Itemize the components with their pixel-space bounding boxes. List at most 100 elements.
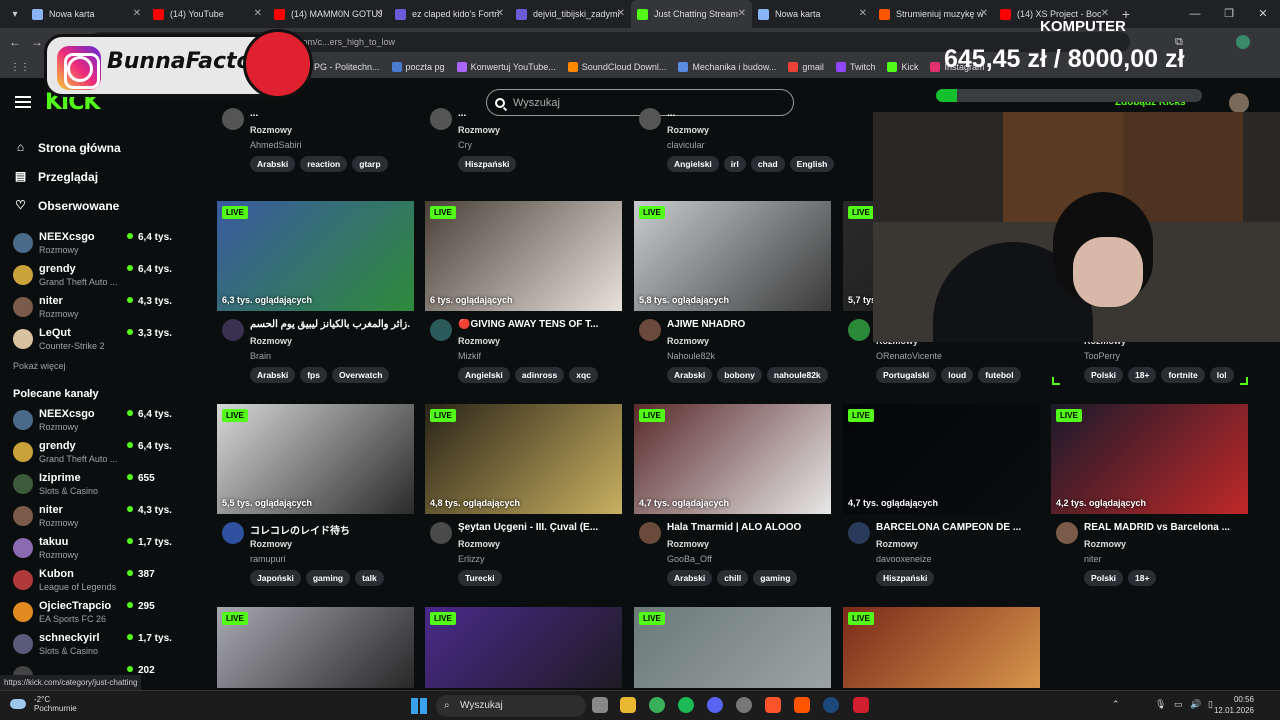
tag[interactable]: chill: [717, 570, 749, 586]
stream-card[interactable]: LIVE 5,5 tys. oglądających コレコレのレイド待ち Rozmo…: [217, 404, 414, 604]
channel-item[interactable]: NEEXcsgo Rozmowy 6,4 tys.: [0, 228, 195, 260]
tag[interactable]: reaction: [300, 156, 348, 172]
stream-title[interactable]: REAL MADRID vs Barcelona ...: [1084, 522, 1244, 533]
stream-title[interactable]: ...: [458, 108, 618, 119]
stream-card[interactable]: LIVE 4,7 tys. oglądających Hala Tmarmid | …: [634, 404, 831, 604]
stream-card[interactable]: LIVE 4,8 tys. oglądających Şeytan Üçgeni -…: [425, 404, 622, 604]
tag[interactable]: Overwatch: [331, 367, 390, 383]
tag[interactable]: gaming: [753, 570, 798, 586]
stream-category[interactable]: Rozmowy: [667, 539, 709, 549]
apps-icon[interactable]: ⋮⋮: [10, 62, 30, 73]
volume-icon[interactable]: 🔊: [1190, 699, 1201, 710]
tag[interactable]: English: [789, 156, 835, 172]
tab-close-icon[interactable]: ✕: [859, 8, 867, 19]
streamer-name[interactable]: GooBa_Off: [667, 554, 712, 564]
windows-start-icon[interactable]: [411, 698, 427, 714]
tag[interactable]: gtarp: [352, 156, 388, 172]
sidebar-item-home[interactable]: ⌂ Strona główna: [0, 133, 195, 162]
tag[interactable]: Angielski: [667, 156, 719, 172]
stream-title[interactable]: Hala Tmarmid | ALO ALOOO: [667, 522, 827, 533]
stream-card[interactable]: LIVE 6,3 tys. oglądających زائر والمغرب با…: [217, 201, 414, 401]
hamburger-menu-icon[interactable]: [15, 96, 31, 108]
streamer-name[interactable]: Nahoule82k: [667, 351, 715, 361]
tag[interactable]: adinross: [514, 367, 565, 383]
weather-widget[interactable]: -2°C Pochmurnie: [10, 695, 77, 713]
browser-tab[interactable]: dejvid_tibijski_zadymi ✕: [510, 0, 631, 28]
maximize-icon[interactable]: ❐: [1212, 0, 1246, 28]
streamer-avatar[interactable]: [222, 522, 244, 544]
stream-card[interactable]: LIVE: [843, 607, 1040, 688]
streamer-name[interactable]: TooPerry: [1084, 351, 1120, 361]
tab-close-icon[interactable]: ✕: [496, 8, 504, 19]
bookmark[interactable]: Kick: [887, 62, 918, 72]
stream-card[interactable]: LIVE: [634, 607, 831, 688]
channel-item[interactable]: OjciecTrapcio EA Sports FC 26 295: [0, 597, 195, 629]
channel-item[interactable]: schneckyirl Slots & Casino 1,7 tys.: [0, 629, 195, 661]
streamer-avatar[interactable]: [639, 108, 661, 130]
stream-card[interactable]: LIVE 5,8 tys. oglądających AJIWE NHADRO Roz…: [634, 201, 831, 401]
channel-item[interactable]: grendy Grand Theft Auto ... 6,4 tys.: [0, 260, 195, 292]
stream-title[interactable]: AJIWE NHADRO: [667, 319, 827, 330]
sidebar-item-following[interactable]: ♡ Obserwowane: [0, 191, 195, 220]
tag[interactable]: fps: [300, 367, 327, 383]
stream-thumbnail[interactable]: LIVE 4,7 tys. oglądających: [634, 404, 831, 514]
stream-category[interactable]: Rozmowy: [667, 336, 709, 346]
taskbar-search[interactable]: ⌕ Wyszukaj: [436, 695, 586, 717]
streamer-name[interactable]: ORenatoVicente: [876, 351, 942, 361]
tag[interactable]: Arabski: [250, 156, 296, 172]
stream-card[interactable]: LIVE 4,2 tys. oglądających REAL MADRID vs …: [1051, 404, 1248, 604]
streamer-avatar[interactable]: [222, 319, 244, 341]
bookmark[interactable]: Mechanika i budow...: [678, 62, 776, 72]
tag[interactable]: Hiszpański: [458, 156, 517, 172]
stream-title[interactable]: BARCELONA CAMPEON DE ...: [876, 522, 1036, 533]
channel-item[interactable]: takuu Rozmowy 1,7 tys.: [0, 533, 195, 565]
mic-icon[interactable]: 🎙: [1155, 699, 1166, 710]
bookmark[interactable]: Twitch: [835, 62, 875, 72]
stream-thumbnail[interactable]: LIVE: [425, 607, 622, 688]
tag[interactable]: Arabski: [667, 367, 713, 383]
task-view-icon[interactable]: [592, 697, 608, 713]
stream-card[interactable]: LIVE: [217, 607, 414, 688]
browser-tab[interactable]: Nowa karta ✕: [26, 0, 147, 28]
tag[interactable]: chad: [750, 156, 785, 172]
streamer-avatar[interactable]: [430, 108, 452, 130]
tag[interactable]: Arabski: [667, 570, 713, 586]
stream-thumbnail[interactable]: LIVE 5,5 tys. oglądających: [217, 404, 414, 514]
stream-thumbnail[interactable]: LIVE 5,8 tys. oglądających: [634, 201, 831, 311]
stream-category[interactable]: Rozmowy: [250, 539, 292, 549]
discord-icon[interactable]: [707, 697, 723, 713]
stream-card[interactable]: ... Rozmowy Cry Hiszpański: [425, 100, 622, 190]
streamer-avatar[interactable]: [430, 522, 452, 544]
channel-item[interactable]: Iziprime Slots & Casino 655: [0, 469, 195, 501]
user-avatar[interactable]: [1229, 93, 1249, 113]
stream-category[interactable]: Rozmowy: [1084, 539, 1126, 549]
browser-tab[interactable]: Nowa karta ✕: [752, 0, 873, 28]
channel-item[interactable]: niter Rozmowy 4,3 tys.: [0, 292, 195, 324]
recording-app-icon[interactable]: [853, 697, 869, 713]
streamer-avatar[interactable]: [430, 319, 452, 341]
minimize-icon[interactable]: —: [1178, 0, 1212, 28]
channel-item[interactable]: grendy Grand Theft Auto ... 6,4 tys.: [0, 437, 195, 469]
close-window-icon[interactable]: ✕: [1246, 0, 1280, 28]
soundcloud-icon[interactable]: [794, 697, 810, 713]
stream-thumbnail[interactable]: LIVE 4,7 tys. oglądających: [843, 404, 1040, 514]
stream-thumbnail[interactable]: LIVE 6 tys. oglądających: [425, 201, 622, 311]
show-more-link[interactable]: Pokaż więcej: [0, 356, 195, 383]
clock[interactable]: 00:56 12.01.2026: [1214, 694, 1254, 716]
tray-arrow-icon[interactable]: ⌃: [1112, 699, 1120, 710]
spotify-icon[interactable]: [678, 697, 694, 713]
channel-item[interactable]: Kubon League of Legends 387: [0, 565, 195, 597]
browser-tab[interactable]: ez claped kido's Fortn ✕: [389, 0, 510, 28]
streamer-name[interactable]: Erlizzy: [458, 554, 485, 564]
streamer-avatar[interactable]: [848, 319, 870, 341]
browser-tab[interactable]: (14) YouTube ✕: [147, 0, 268, 28]
stream-card[interactable]: LIVE 6 tys. oglądających 🔴GIVING AWAY TENS…: [425, 201, 622, 401]
streamer-avatar[interactable]: [639, 319, 661, 341]
stream-card[interactable]: LIVE: [425, 607, 622, 688]
stream-thumbnail[interactable]: LIVE: [217, 607, 414, 688]
channel-item[interactable]: niter Rozmowy 4,3 tys.: [0, 501, 195, 533]
brave-icon[interactable]: [765, 697, 781, 713]
tag[interactable]: talk: [355, 570, 384, 586]
tag[interactable]: Angielski: [458, 367, 510, 383]
channel-item[interactable]: LeQut Counter-Strike 2 3,3 tys.: [0, 324, 195, 356]
